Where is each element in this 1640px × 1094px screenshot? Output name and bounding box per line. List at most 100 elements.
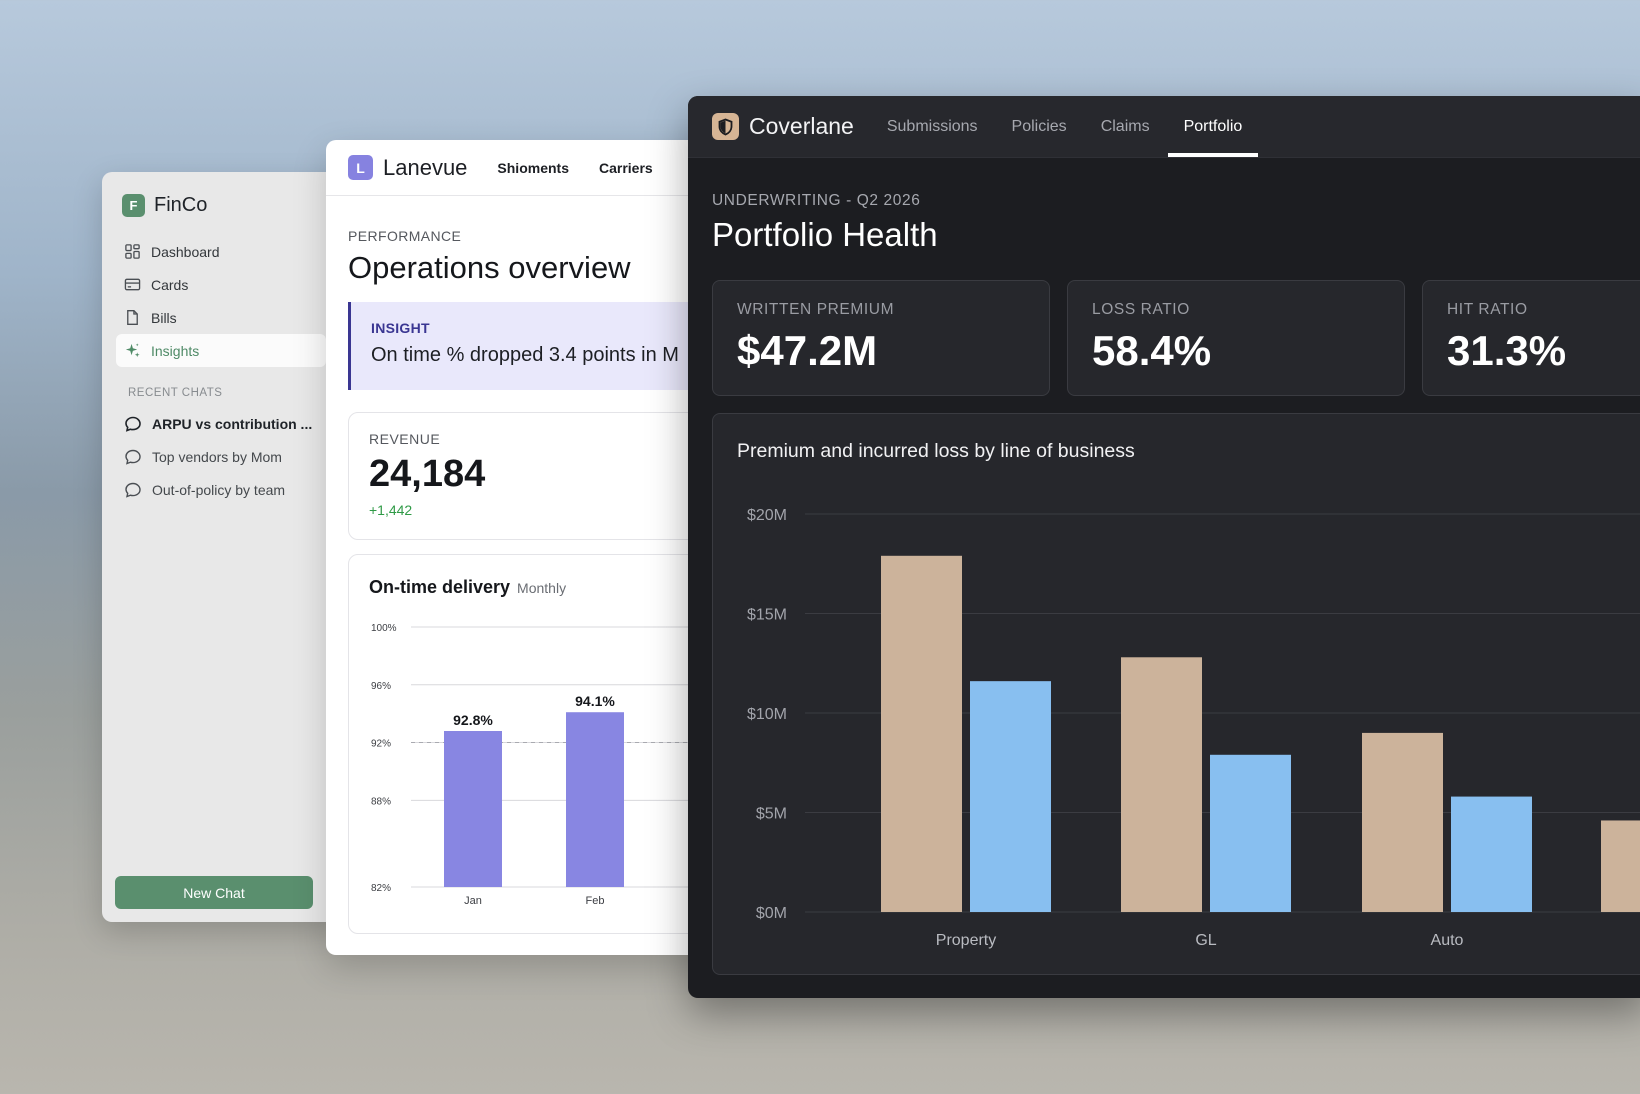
- finco-brand[interactable]: F FinCo: [116, 192, 326, 219]
- page-title: Portfolio Health: [712, 216, 938, 253]
- y-tick-label: 88%: [371, 796, 391, 807]
- kpi-label: WRITTEN PREMIUM: [737, 301, 895, 318]
- kpi-label: LOSS RATIO: [1092, 301, 1190, 318]
- sidebar-item-dashboard[interactable]: Dashboard: [116, 235, 326, 268]
- tab-shipments[interactable]: Shioments: [497, 160, 569, 176]
- x-tick-label: Jan: [464, 895, 482, 907]
- bar-auto-series-2: [1451, 796, 1532, 912]
- kpi-value: 58.4%: [1092, 327, 1212, 374]
- bar-gl-series-1: [1121, 657, 1202, 912]
- chat-item-label: Out-of-policy by team: [152, 481, 286, 498]
- recent-chats-heading: RECENT CHATS: [128, 387, 223, 399]
- document-icon: [127, 310, 138, 325]
- new-chat-button[interactable]: New Chat: [115, 876, 313, 909]
- lanevue-app-name: Lanevue: [383, 154, 468, 180]
- revenue-value: 24,184: [369, 453, 486, 495]
- finco-logo: F: [122, 194, 145, 217]
- finco-window: F FinCo Dashboard Cards Bills Insights R…: [102, 172, 340, 922]
- card-icon: [124, 278, 141, 291]
- chart-title: On-time delivery: [369, 577, 511, 597]
- y-tick-label: 92%: [371, 739, 391, 750]
- coverlane-header: Coverlane Submissions Policies Claims Po…: [688, 96, 1640, 158]
- chat-item-label: Top vendors by Mom: [152, 448, 282, 465]
- sparkle-icon: [125, 343, 140, 358]
- coverlane-brand[interactable]: Coverlane: [712, 96, 854, 157]
- bar-property-series-1: [881, 555, 962, 912]
- sidebar-item-insights[interactable]: Insights: [116, 334, 326, 367]
- on-time-delivery-card: On-time delivery Monthly 82% 88% 92% 96% 100…: [348, 554, 705, 934]
- shield-icon: [712, 113, 739, 140]
- sidebar-item-label: Dashboard: [151, 243, 220, 260]
- tab-policies[interactable]: Policies: [996, 96, 1083, 157]
- chat-item-label: ARPU vs contribution ...: [152, 415, 313, 432]
- bar-data-label: 94.1%: [575, 693, 615, 709]
- bar-data-label: 92.8%: [453, 712, 493, 728]
- tab-claims[interactable]: Claims: [1085, 96, 1166, 157]
- kpi-label: HIT RATIO: [1447, 301, 1528, 318]
- bar-category-4-series-1: [1601, 820, 1640, 912]
- grid-icon: [125, 244, 140, 259]
- sidebar-item-label: Insights: [151, 342, 200, 359]
- coverlane-content: UNDERWRITING - Q2 2026 Portfolio Health …: [688, 192, 1640, 975]
- lanevue-logo: L: [348, 155, 373, 180]
- chat-item[interactable]: Out-of-policy by team: [116, 473, 326, 506]
- tab-portfolio[interactable]: Portfolio: [1167, 96, 1259, 157]
- y-tick-label: $20M: [747, 507, 787, 524]
- sidebar-item-label: Bills: [151, 309, 177, 326]
- kpi-card-written-premium: WRITTEN PREMIUM $47.2M: [712, 280, 1050, 396]
- insight-label: INSIGHT: [371, 320, 430, 336]
- chat-bubble-icon: [125, 416, 141, 432]
- finco-app-name: FinCo: [154, 194, 208, 216]
- x-tick-label: Feb: [586, 895, 605, 907]
- tab-carriers[interactable]: Carriers: [599, 160, 653, 176]
- page-eyebrow: PERFORMANCE: [348, 228, 462, 244]
- kpi-value: $47.2M: [737, 327, 878, 374]
- bar-gl-series-2: [1210, 754, 1291, 912]
- chart-title: Premium and incurred loss by line of bus…: [737, 440, 1135, 462]
- kpi-card-loss-ratio: LOSS RATIO 58.4%: [1067, 280, 1405, 396]
- x-tick-label: GL: [1195, 932, 1216, 949]
- lanevue-content: PERFORMANCE Operations overview INSIGHT …: [326, 228, 726, 934]
- revenue-label: REVENUE: [369, 431, 441, 447]
- chat-item[interactable]: ARPU vs contribution ...: [116, 407, 326, 440]
- sidebar-item-label: Cards: [151, 276, 189, 293]
- bar-feb: [566, 712, 624, 887]
- revenue-card: REVENUE 24,184 +1,442: [348, 412, 704, 540]
- finco-sidebar-nav: Dashboard Cards Bills Insights: [116, 235, 326, 367]
- tab-submissions[interactable]: Submissions: [871, 96, 994, 157]
- insight-callout[interactable]: INSIGHT On time % dropped 3.4 points in …: [348, 302, 704, 390]
- bar-auto-series-1: [1362, 732, 1443, 912]
- premium-loss-chart-card: $0M $5M $10M $15M $20M Property GL Auto Premium…: [712, 413, 1640, 975]
- sidebar-item-cards[interactable]: Cards: [116, 268, 326, 301]
- lanevue-header: L Lanevue Shioments Carriers: [326, 140, 726, 196]
- recent-chats-list: ARPU vs contribution ... Top vendors by …: [116, 407, 326, 506]
- chat-bubble-icon: [125, 449, 141, 465]
- x-tick-label: Auto: [1431, 932, 1464, 949]
- coverlane-app-name: Coverlane: [749, 113, 854, 139]
- y-tick-label: $10M: [747, 706, 787, 723]
- lanevue-brand[interactable]: L Lanevue: [348, 155, 467, 181]
- on-time-delivery-chart: 82% 88% 92% 96% 100% 92.8% Jan 94.1% Feb: [371, 623, 705, 907]
- y-tick-label: 96%: [371, 681, 391, 692]
- bar-jan: [444, 731, 502, 887]
- sidebar-item-bills[interactable]: Bills: [116, 301, 326, 334]
- lanevue-window: L Lanevue Shioments Carriers PERFORMANCE…: [326, 140, 726, 955]
- page-eyebrow: UNDERWRITING - Q2 2026: [712, 192, 921, 209]
- insight-text: On time % dropped 3.4 points in M: [371, 344, 679, 366]
- y-tick-label: 100%: [371, 623, 397, 634]
- chat-item[interactable]: Top vendors by Mom: [116, 440, 326, 473]
- premium-loss-chart: $0M $5M $10M $15M $20M Property GL Auto: [747, 507, 1640, 949]
- revenue-delta: +1,442: [369, 502, 413, 518]
- chat-bubble-icon: [125, 482, 141, 498]
- coverlane-window: Coverlane Submissions Policies Claims Po…: [688, 96, 1640, 998]
- x-tick-label: Property: [936, 932, 996, 949]
- chart-subtitle: Monthly: [517, 580, 567, 596]
- y-tick-label: $15M: [747, 607, 787, 624]
- bar-property-series-2: [970, 681, 1051, 912]
- kpi-value: 31.3%: [1447, 327, 1567, 374]
- page-title: Operations overview: [348, 250, 631, 285]
- y-tick-label: $5M: [756, 806, 787, 823]
- kpi-card-hit-ratio: HIT RATIO 31.3%: [1422, 280, 1640, 396]
- y-tick-label: $0M: [756, 905, 787, 922]
- y-tick-label: 82%: [371, 883, 391, 894]
